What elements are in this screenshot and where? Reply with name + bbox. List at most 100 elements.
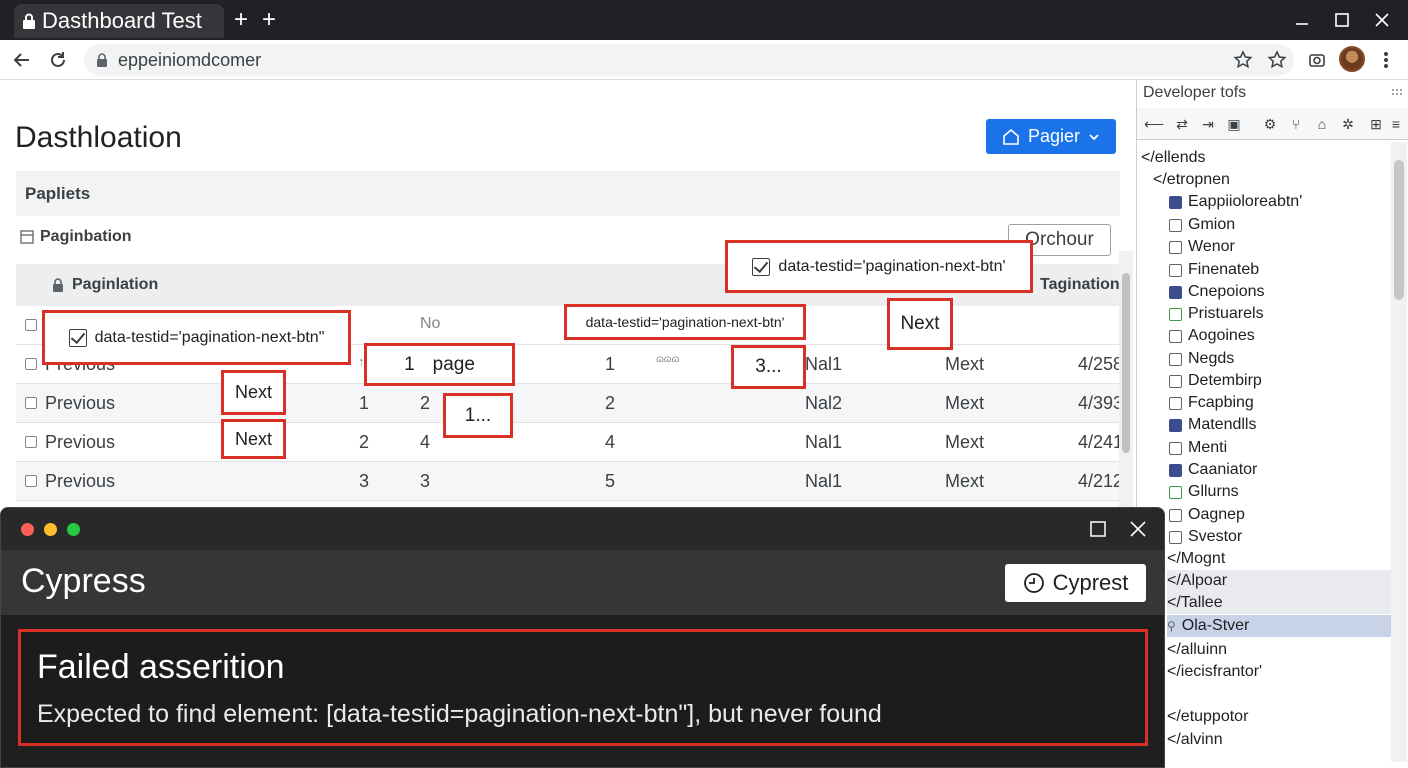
cell-previous[interactable]: Previous xyxy=(45,393,115,414)
dom-node[interactable]: Wenor xyxy=(1169,236,1235,258)
table-row[interactable]: Previous 2 4 4 Nal1 Mext 4/241 xyxy=(16,423,1123,462)
devtools-toolbar: ⟵ ⇄ ⇥ ▣ ⚙ ⑂ ⌂ ✲ ⊞ ≡ xyxy=(1137,108,1408,140)
dom-node[interactable]: Finenateb xyxy=(1169,259,1259,281)
row-checkbox[interactable] xyxy=(25,319,37,331)
testid-callout-mid: data-testid='pagination-next-btn' xyxy=(564,304,806,340)
hamburger-icon[interactable]: ≡ xyxy=(1387,115,1405,133)
cell-previous[interactable]: Previous xyxy=(45,432,115,453)
network-icon[interactable]: ⌂ xyxy=(1313,115,1331,133)
reload-icon[interactable] xyxy=(44,46,72,74)
dom-node-label: Pristuarels xyxy=(1188,305,1264,322)
dom-node[interactable]: Pristuarels xyxy=(1169,303,1264,325)
dom-node-label: Gmion xyxy=(1188,216,1236,233)
cell-next[interactable]: Mext xyxy=(945,432,984,453)
table-row[interactable]: Previous 1 2 2 Nal2 Mext 4/393 xyxy=(16,384,1123,423)
pagier-button[interactable]: Pagier xyxy=(986,119,1116,154)
dom-node[interactable]: Fcapbing xyxy=(1169,392,1254,414)
dom-node-selected[interactable]: ⚲ Ola-Stver xyxy=(1167,615,1391,637)
new-tab-plus-icon[interactable]: + xyxy=(234,4,248,36)
maximize-icon[interactable] xyxy=(1087,518,1109,540)
dom-node[interactable]: Svestor xyxy=(1169,526,1242,548)
settings-icon[interactable]: ⚙ xyxy=(1261,115,1279,133)
page-title: Dasthloation xyxy=(15,121,182,154)
dom-node-label: Detembirp xyxy=(1188,372,1262,389)
checkbox-icon xyxy=(752,257,771,276)
menu-kebab-icon[interactable] xyxy=(1374,48,1398,72)
testid-callout-left: data-testid='pagination-next-btn" xyxy=(42,310,351,365)
maximize-icon[interactable] xyxy=(1322,0,1362,40)
element-icon xyxy=(1169,329,1182,343)
dom-node[interactable]: Gmion xyxy=(1169,214,1235,236)
cell-next[interactable]: Mext xyxy=(945,393,984,414)
table-row[interactable]: Previous 3 3 5 Nal1 Mext 4/212 xyxy=(16,462,1123,501)
close-dot-icon[interactable] xyxy=(21,523,34,536)
dom-node-label: Matendlls xyxy=(1188,416,1257,433)
screenshot-icon[interactable] xyxy=(1305,48,1329,72)
dom-node[interactable]: Menti xyxy=(1169,437,1227,459)
dom-node-highlighted[interactable]: </Tallee xyxy=(1167,592,1391,614)
scrollbar-thumb[interactable] xyxy=(1394,160,1404,300)
dom-node-label: </Alpoar xyxy=(1167,572,1228,589)
cell-previous[interactable]: Previous xyxy=(45,471,115,492)
row-checkbox[interactable] xyxy=(25,358,37,370)
error-title: Failed asserition xyxy=(37,648,285,686)
debug-icon[interactable]: ✲ xyxy=(1339,115,1357,133)
zoom-dot-icon[interactable] xyxy=(67,523,80,536)
dom-node[interactable]: </alvinn xyxy=(1167,729,1223,751)
dom-node-label: </ellends xyxy=(1141,149,1206,166)
scrollbar-thumb[interactable] xyxy=(1122,273,1130,453)
device-icon[interactable]: ▣ xyxy=(1225,115,1243,133)
dom-node-highlighted[interactable]: </Alpoar xyxy=(1167,570,1391,592)
inspect-icon[interactable]: ⇄ xyxy=(1173,115,1191,133)
close-icon[interactable] xyxy=(1362,0,1402,40)
dom-node[interactable]: </alluinn xyxy=(1167,639,1227,661)
close-icon[interactable] xyxy=(1127,518,1149,540)
dom-node[interactable]: </iecisfrantor' xyxy=(1167,661,1262,683)
dom-node-label: Svestor xyxy=(1188,528,1243,545)
dom-node[interactable]: Aogoines xyxy=(1169,325,1255,347)
dom-node[interactable]: Oagnep xyxy=(1169,504,1245,526)
dom-node-selected-marker: ⚲ xyxy=(1167,619,1176,633)
drag-handle-icon[interactable] xyxy=(1391,88,1403,98)
row-checkbox[interactable] xyxy=(25,436,37,448)
minimize-dot-icon[interactable] xyxy=(44,523,57,536)
dom-node[interactable]: </Mognt xyxy=(1167,548,1225,570)
dom-node[interactable]: Gllurns xyxy=(1169,481,1239,503)
dom-node-label: Finenateb xyxy=(1188,261,1260,278)
dom-node[interactable]: Caaniator xyxy=(1169,459,1257,481)
dom-node-label: Cnepoions xyxy=(1188,283,1265,300)
cell-index: 2 xyxy=(359,432,370,452)
cell-marker: ɷɷɷ xyxy=(656,354,680,365)
dom-node[interactable]: Matendlls xyxy=(1169,414,1256,436)
browser-tab[interactable]: Dasthboard Test xyxy=(14,4,224,38)
cell-next[interactable]: Mext xyxy=(945,471,984,492)
devtools-scrollbar[interactable] xyxy=(1391,142,1407,762)
dom-node[interactable]: </etropnen xyxy=(1153,169,1230,191)
bookmark-star-icon[interactable] xyxy=(1231,48,1255,72)
arrow-left-icon[interactable]: ⟵ xyxy=(1144,115,1164,133)
chevron-down-icon xyxy=(1089,133,1099,140)
dom-node[interactable]: Cnepoions xyxy=(1169,281,1265,303)
new-tab-plus-icon[interactable]: + xyxy=(262,4,276,36)
layout-icon[interactable]: ⊞ xyxy=(1367,115,1385,133)
row-checkbox[interactable] xyxy=(25,475,37,487)
cypress-title: Cypress xyxy=(21,562,146,600)
dom-node[interactable]: Negds xyxy=(1169,348,1234,370)
dom-node[interactable]: </etuppotor xyxy=(1167,706,1248,728)
cell-index: 3 xyxy=(359,471,370,491)
dom-node[interactable]: Eappiioloreabtn' xyxy=(1169,191,1302,213)
minimize-icon[interactable] xyxy=(1282,0,1322,40)
back-arrow-icon[interactable] xyxy=(8,46,36,74)
extensions-star-icon[interactable] xyxy=(1265,48,1289,72)
profile-avatar[interactable] xyxy=(1339,46,1365,72)
dom-node[interactable]: Detembirp xyxy=(1169,370,1262,392)
cell-next[interactable]: Mext xyxy=(945,354,984,375)
dom-node[interactable]: </ellends xyxy=(1141,147,1206,169)
performance-icon[interactable]: ⑂ xyxy=(1287,115,1305,133)
arrow-right-icon[interactable]: ⇥ xyxy=(1199,115,1217,133)
row-checkbox[interactable] xyxy=(25,397,37,409)
cyprest-button[interactable]: Cyprest xyxy=(1005,564,1146,602)
address-bar[interactable]: eppeiniomdcomer xyxy=(84,44,1294,76)
page-scrollbar[interactable] xyxy=(1119,251,1133,511)
dom-node-label: Oagnep xyxy=(1188,506,1245,523)
